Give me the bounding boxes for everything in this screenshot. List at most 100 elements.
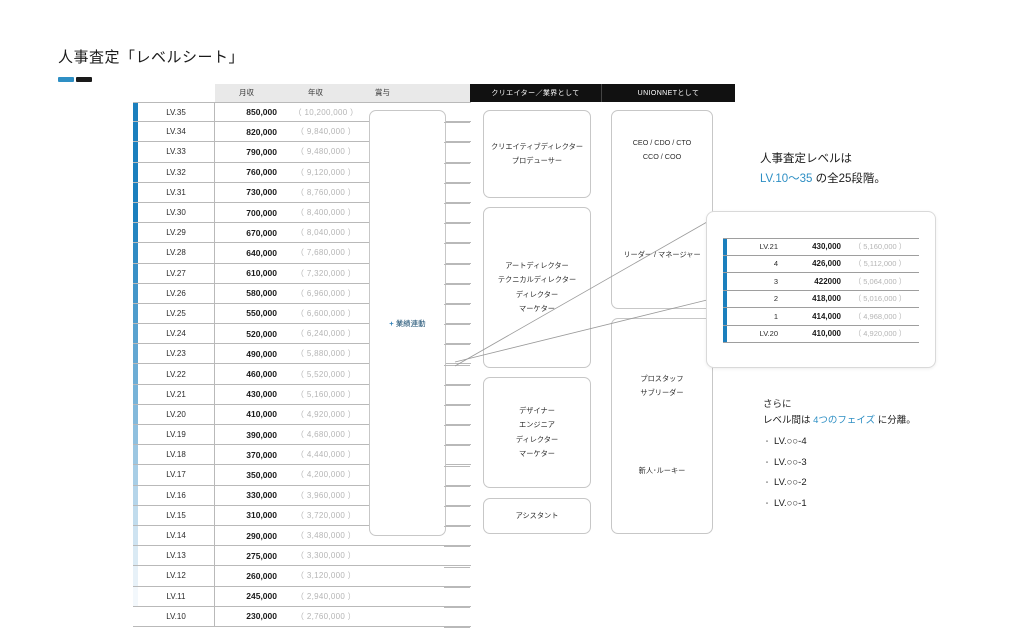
- phase-bullet-label: LV.○○-1: [774, 497, 807, 509]
- callout-table-row: 3 422000 （ 5,064,000 ）: [723, 273, 919, 291]
- cell-yearly: （ 5,160,000 ）: [296, 389, 356, 399]
- cell-level: LV.29: [138, 223, 215, 243]
- table-row: LV.10 230,000 （ 2,760,000 ）: [133, 606, 471, 627]
- cell-level: LV.34: [138, 122, 215, 142]
- cell-level: LV.17: [138, 465, 215, 485]
- header-unionnet-label: UNIONNETとして: [637, 90, 700, 97]
- note-phase-text: レベル間は 4つのフェイズ に分離。: [763, 412, 916, 426]
- cell-monthly: 230,000: [246, 611, 277, 622]
- tick-line: [444, 263, 470, 265]
- cell-bonus: [369, 587, 471, 606]
- cell-level: LV.23: [138, 344, 215, 364]
- cell-monthly: 490,000: [246, 348, 277, 359]
- tick-line: [444, 304, 470, 305]
- cell-level: LV.22: [138, 364, 215, 384]
- cell-level: LV.24: [138, 324, 215, 344]
- role-line: CEO / CDO / CTO: [632, 138, 692, 147]
- creator-role-box-1: クリエイティブディレクター プロデューサー: [483, 110, 591, 198]
- tick-line: [444, 162, 470, 164]
- cell-yearly: （ 3,480,000 ）: [296, 531, 356, 541]
- cell-monthly: 460,000: [246, 369, 277, 380]
- cell-monthly: 760,000: [246, 167, 277, 178]
- tick-line: [444, 324, 470, 326]
- cell-level: LV.27: [138, 263, 215, 283]
- cell-yearly: （ 3,300,000 ）: [296, 551, 356, 561]
- row-tick-separators: [444, 102, 470, 628]
- cell-monthly: 245,000: [246, 591, 277, 602]
- phase-bullet-item: ・ LV.○○-3: [763, 453, 807, 474]
- phase-bullet-label: LV.○○-3: [774, 456, 807, 468]
- phase-detail-table: LV.21 430,000 （ 5,160,000 ） 4 426,000 （ 5,112…: [723, 238, 919, 343]
- tick-line: [444, 445, 470, 447]
- cell-level: LV.31: [138, 182, 215, 202]
- role-line: 新人･ルーキー: [638, 466, 686, 476]
- table-row: LV.13 275,000 （ 3,300,000 ）: [133, 546, 471, 567]
- callout-cell-monthly: 410,000: [812, 329, 841, 339]
- cell-monthly: 790,000: [246, 146, 277, 157]
- cell-yearly: （ 5,520,000 ）: [296, 369, 356, 379]
- tick-line: [444, 526, 470, 528]
- note-heading-2: さらに: [763, 399, 792, 410]
- accent-dash-blue-icon: [58, 76, 74, 82]
- tick-line: [444, 344, 470, 346]
- callout-cell-yearly: （ 4,920,000 ）: [853, 329, 907, 339]
- role-line: マーケター: [519, 303, 555, 313]
- phase-bullet-item: ・ LV.○○-1: [763, 494, 807, 515]
- cell-monthly: 670,000: [246, 227, 277, 238]
- cell-yearly: （ 6,600,000 ）: [296, 308, 356, 318]
- cell-yearly: （ 5,880,000 ）: [296, 349, 356, 359]
- callout-cell-monthly: 430,000: [812, 242, 841, 252]
- column-header-monthly: 月収: [239, 88, 254, 97]
- callout-cell-yearly: （ 5,112,000 ）: [854, 259, 906, 269]
- role-line: サブリーダー: [640, 388, 684, 398]
- cell-monthly: 850,000: [246, 107, 277, 118]
- cell-level: LV.35: [138, 103, 215, 122]
- cell-yearly: （ 8,040,000 ）: [296, 228, 356, 238]
- cell-monthly: 275,000: [246, 550, 277, 561]
- note-phase-pre: レベル間は: [763, 415, 814, 426]
- cell-level: LV.16: [138, 485, 215, 505]
- tick-line: [444, 243, 470, 245]
- cell-monthly: 370,000: [246, 449, 277, 460]
- column-header-yearly: 年収: [308, 88, 323, 97]
- phase-detail-callout: LV.21 430,000 （ 5,160,000 ） 4 426,000 （ 5,112…: [706, 211, 936, 368]
- callout-table-row: 2 418,000 （ 5,016,000 ）: [723, 290, 919, 308]
- cell-yearly: （ 9,120,000 ）: [296, 167, 356, 177]
- cell-bonus: [369, 546, 471, 565]
- callout-table-row: LV.20 410,000 （ 4,920,000 ）: [723, 325, 919, 343]
- cell-bonus: [369, 607, 471, 626]
- page-title: 人事査定「レベルシート」: [58, 49, 245, 66]
- cell-yearly: （ 6,240,000 ）: [296, 329, 356, 339]
- cell-yearly: （ 3,720,000 ）: [296, 510, 356, 520]
- bullet-dot-icon: ・: [763, 478, 771, 488]
- cell-yearly: （ 9,480,000 ）: [296, 147, 356, 157]
- bullet-dot-icon: ・: [763, 457, 771, 467]
- bullet-dot-icon: ・: [763, 437, 771, 446]
- role-line: エンジニア: [519, 420, 555, 430]
- role-line: プロデューサー: [511, 156, 563, 165]
- creator-role-box-3: デザイナー エンジニア ディレクター マーケター: [483, 377, 591, 488]
- cell-yearly: （ 8,400,000 ）: [296, 208, 356, 218]
- tick-line: [444, 485, 470, 487]
- note-level-range-rest: の全25段階。: [812, 173, 886, 185]
- cell-level: LV.10: [138, 606, 215, 626]
- bullet-dot-icon: ・: [763, 498, 771, 508]
- tick-line: [444, 566, 470, 568]
- cell-monthly: 410,000: [246, 409, 277, 420]
- table-row: LV.11 245,000 （ 2,940,000 ）: [133, 586, 471, 607]
- phase-bullet-label: LV.○○-2: [774, 477, 807, 489]
- note-phase-accent: 4つのフェイズ: [813, 415, 876, 426]
- cell-level: LV.28: [138, 243, 215, 263]
- role-line: リーダー / マネージャー: [623, 250, 701, 260]
- cell-monthly: 390,000: [246, 429, 277, 440]
- callout-cell-monthly: 414,000: [812, 311, 841, 321]
- phase-bullet-item: ・ LV.○○-2: [763, 473, 807, 494]
- role-line: アシスタント: [515, 510, 559, 520]
- cell-level: LV.32: [138, 162, 215, 182]
- cell-level: LV.19: [138, 425, 215, 445]
- tick-line: [444, 223, 470, 225]
- tick-line: [444, 182, 470, 184]
- cell-yearly: （ 10,200,000 ）: [293, 107, 359, 117]
- note-level-range-accent: LV.10〜35: [760, 173, 813, 185]
- callout-cell-yearly: （ 5,064,000 ）: [853, 276, 907, 286]
